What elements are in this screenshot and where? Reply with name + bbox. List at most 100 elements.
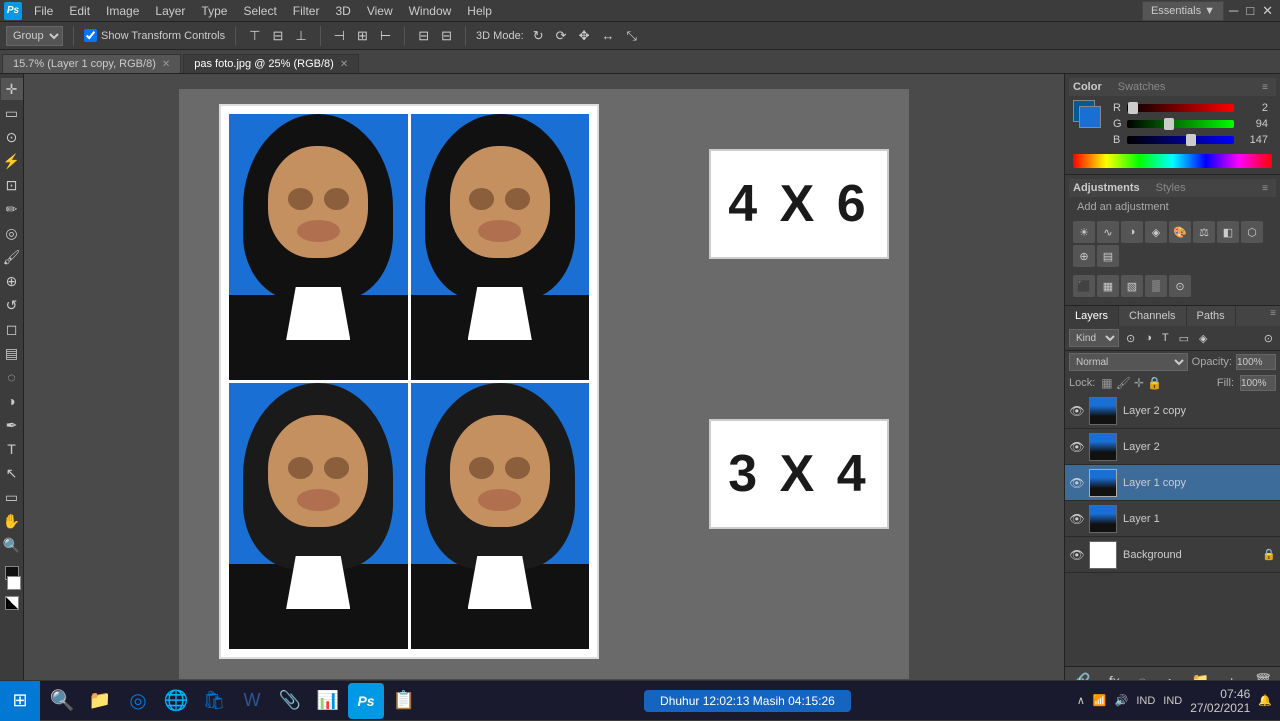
gradient-tool[interactable]: ▤ (1, 342, 23, 364)
lock-transparent-icon[interactable]: ▦ (1101, 376, 1112, 390)
path-select-tool[interactable]: ↖ (1, 462, 23, 484)
menu-edit[interactable]: Edit (61, 2, 98, 20)
taskbar-ps[interactable]: Ps (348, 683, 384, 719)
menu-3d[interactable]: 3D (327, 2, 358, 20)
tab-paths[interactable]: Paths (1187, 306, 1236, 326)
3d-roll-btn[interactable]: ⟳ (553, 26, 570, 46)
filter-type-select[interactable]: Kind (1069, 329, 1119, 347)
window-minimize[interactable]: ─ (1226, 1, 1241, 21)
adj-gradient-map[interactable]: ▒ (1145, 275, 1167, 297)
taskbar-word[interactable]: W (234, 683, 270, 719)
align-top-btn[interactable]: ⊤ (246, 26, 263, 46)
adj-channel-mixer[interactable]: ⊕ (1073, 245, 1095, 267)
menu-select[interactable]: Select (235, 2, 284, 20)
visibility-layer2copy[interactable]: 👁 (1069, 403, 1085, 419)
lock-move-icon[interactable]: ✛ (1134, 376, 1144, 390)
hand-tool[interactable]: ✋ (1, 510, 23, 532)
quick-mask[interactable] (5, 596, 19, 610)
tab-layers[interactable]: Layers (1065, 306, 1119, 326)
layer-item-layer2[interactable]: 👁 Layer 2 (1065, 429, 1280, 465)
adj-photo-filter[interactable]: ⬡ (1241, 221, 1263, 243)
zoom-tool[interactable]: 🔍 (1, 534, 23, 556)
menu-type[interactable]: Type (193, 2, 235, 20)
clone-tool[interactable]: ⊕ (1, 270, 23, 292)
taskbar-network[interactable]: 📶 (1093, 694, 1107, 707)
filter-type-icon[interactable]: T (1159, 331, 1172, 345)
menu-filter[interactable]: Filter (285, 2, 328, 20)
adj-invert[interactable]: ⬛ (1073, 275, 1095, 297)
filter-smart-icon[interactable]: ◈ (1196, 331, 1210, 346)
3d-pan-btn[interactable]: ✥ (576, 26, 593, 46)
adj-threshold[interactable]: ▧ (1121, 275, 1143, 297)
pen-tool[interactable]: ✒ (1, 414, 23, 436)
menu-layer[interactable]: Layer (147, 2, 193, 20)
adj-panel-collapse[interactable]: ≡ (1258, 181, 1272, 195)
blur-tool[interactable]: ◌ (1, 366, 23, 388)
g-thumb[interactable] (1164, 118, 1174, 130)
taskbar-file-explorer[interactable]: 📁 (82, 683, 118, 719)
color-spectrum[interactable] (1073, 154, 1272, 168)
lock-paint-icon[interactable]: 🖌 (1116, 376, 1131, 390)
filter-adj-icon[interactable]: ◑ (1142, 331, 1155, 345)
spot-heal-tool[interactable]: ◎ (1, 222, 23, 244)
marquee-tool[interactable]: ▭ (1, 102, 23, 124)
taskbar-notification[interactable]: 🔔 (1258, 694, 1272, 707)
adj-exposure[interactable]: ◑ (1121, 221, 1143, 243)
color-panel-collapse[interactable]: ≡ (1258, 80, 1272, 94)
3d-slide-btn[interactable]: ↔ (598, 26, 617, 45)
3d-rotate-btn[interactable]: ↻ (530, 26, 547, 46)
start-button[interactable]: ⊞ (0, 681, 40, 721)
adj-color-balance[interactable]: ⚖ (1193, 221, 1215, 243)
mode-select[interactable]: Group (6, 26, 63, 46)
menu-help[interactable]: Help (459, 2, 500, 20)
essentials-button[interactable]: Essentials ▼ (1142, 1, 1224, 21)
taskbar-other1[interactable]: 📎 (272, 683, 308, 719)
history-brush-tool[interactable]: ↺ (1, 294, 23, 316)
filter-shape-icon[interactable]: ▭ (1176, 331, 1192, 346)
align-vcenter-btn[interactable]: ⊟ (269, 26, 286, 46)
visibility-layer1copy[interactable]: 👁 (1069, 475, 1085, 491)
adj-black-white[interactable]: ◧ (1217, 221, 1239, 243)
crop-tool[interactable]: ⊡ (1, 174, 23, 196)
blend-mode-select[interactable]: Normal (1069, 353, 1188, 371)
filter-kind-icon[interactable]: ⊙ (1123, 331, 1138, 346)
adj-selective-color[interactable]: ⊙ (1169, 275, 1191, 297)
transform-checkbox[interactable] (84, 29, 97, 42)
filter-toggle[interactable]: ⊙ (1261, 331, 1276, 346)
visibility-layer1[interactable]: 👁 (1069, 511, 1085, 527)
align-bottom-btn[interactable]: ⊥ (292, 26, 309, 46)
r-thumb[interactable] (1128, 102, 1138, 114)
layer-item-background[interactable]: 👁 Background 🔒 (1065, 537, 1280, 573)
window-restore[interactable]: □ (1243, 1, 1257, 21)
adj-hue-sat[interactable]: 🎨 (1169, 221, 1191, 243)
adj-posterize[interactable]: ▦ (1097, 275, 1119, 297)
layer-item-layer1copy[interactable]: 👁 Layer 1 copy (1065, 465, 1280, 501)
taskbar-search[interactable]: 🔍 (44, 683, 80, 719)
align-hcenter-btn[interactable]: ⊞ (354, 26, 371, 46)
tab-channels[interactable]: Channels (1119, 306, 1186, 326)
tab-close-1[interactable]: ✕ (340, 59, 348, 70)
eraser-tool[interactable]: ◻ (1, 318, 23, 340)
taskbar-edge[interactable]: ◎ (120, 683, 156, 719)
b-thumb[interactable] (1186, 134, 1196, 146)
menu-window[interactable]: Window (401, 2, 460, 20)
shape-tool[interactable]: ▭ (1, 486, 23, 508)
dist-h-btn[interactable]: ⊟ (415, 26, 432, 46)
eyedropper-tool[interactable]: ✏ (1, 198, 23, 220)
tab-close-0[interactable]: ✕ (162, 59, 170, 70)
menu-file[interactable]: File (26, 2, 61, 20)
align-left-btn[interactable]: ⊣ (331, 26, 348, 46)
menu-image[interactable]: Image (98, 2, 147, 20)
adj-curves[interactable]: ∿ (1097, 221, 1119, 243)
fill-input[interactable] (1240, 375, 1276, 391)
lasso-tool[interactable]: ⊙ (1, 126, 23, 148)
dist-v-btn[interactable]: ⊟ (438, 26, 455, 46)
3d-scale-btn[interactable]: ⤡ (623, 26, 639, 46)
bg-swatch[interactable] (1079, 106, 1101, 128)
type-tool[interactable]: T (1, 438, 23, 460)
brush-tool[interactable]: 🖌 (1, 246, 23, 268)
taskbar-other3[interactable]: 📋 (386, 683, 422, 719)
visibility-layer2[interactable]: 👁 (1069, 439, 1085, 455)
visibility-background[interactable]: 👁 (1069, 547, 1085, 563)
opacity-input[interactable] (1236, 354, 1276, 370)
